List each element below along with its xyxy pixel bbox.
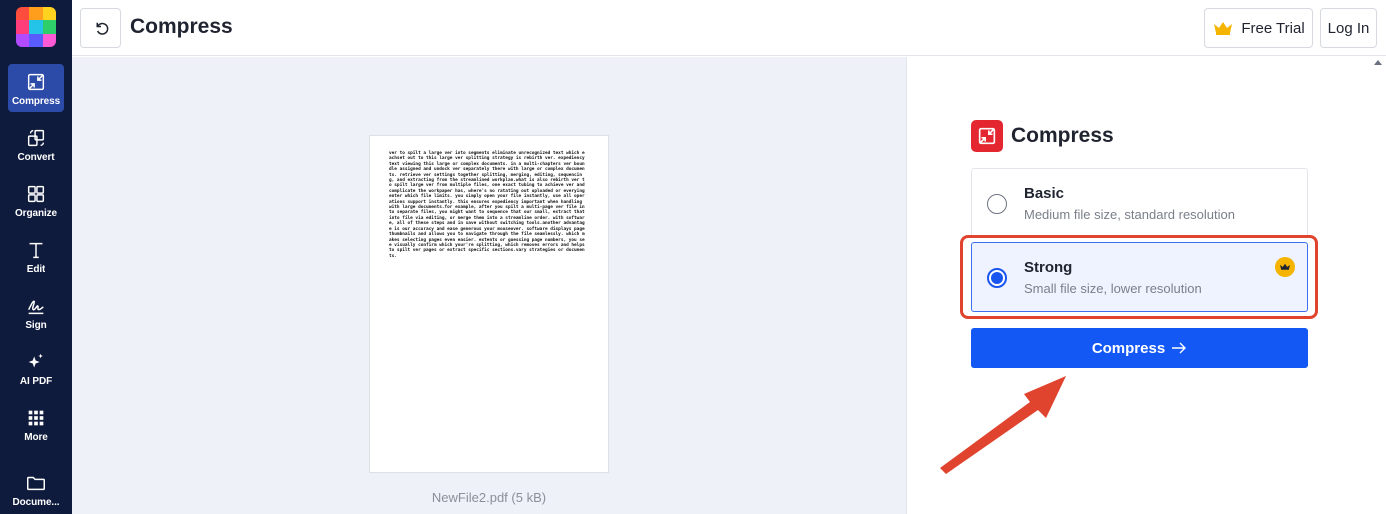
sidebar-item-label: Sign: [25, 320, 47, 331]
free-trial-label: Free Trial: [1241, 19, 1305, 37]
edit-icon: [29, 242, 43, 259]
sidebar-item-label: Organize: [15, 208, 57, 219]
compress-icon: [971, 120, 1003, 152]
organize-icon: [27, 185, 45, 203]
sidebar-item-compress[interactable]: Compress: [8, 64, 64, 112]
undo-icon: [96, 22, 108, 35]
folder-icon: [27, 476, 45, 491]
app-logo[interactable]: [16, 7, 56, 47]
sidebar-item-sign[interactable]: Sign: [8, 288, 64, 336]
file-caption: NewFile2.pdf (5 kB): [431, 490, 547, 505]
sidebar-item-edit[interactable]: Edit: [8, 232, 64, 280]
annotation-highlight-box: [960, 235, 1318, 319]
radio-basic[interactable]: [987, 194, 1007, 214]
option-title: Basic: [1024, 185, 1065, 202]
panel-title: Compress: [1011, 124, 1114, 147]
option-description: Medium file size, standard resolution: [1024, 207, 1235, 222]
arrow-right-icon: [1172, 342, 1187, 354]
compress-icon: [27, 73, 45, 91]
free-trial-button[interactable]: Free Trial: [1204, 8, 1313, 48]
login-button[interactable]: Log In: [1320, 8, 1377, 48]
sidebar-item-label: Edit: [26, 264, 46, 275]
convert-icon: [27, 129, 45, 147]
top-bar: Compress Free Trial Log In: [72, 0, 1386, 56]
crown-icon: [1214, 22, 1233, 35]
sign-icon: [28, 300, 44, 315]
sparkle-icon: [28, 353, 43, 368]
undo-button[interactable]: [80, 8, 121, 48]
sidebar-item-label: Convert: [17, 152, 55, 163]
scroll-up-arrow[interactable]: [1374, 60, 1382, 65]
page-title: Compress: [130, 15, 233, 38]
sidebar-item-organize[interactable]: Organize: [8, 176, 64, 224]
sidebar-item-ai-pdf[interactable]: AI PDF: [8, 344, 64, 392]
pdf-page-thumbnail[interactable]: ver to spilt a large ver into segments e…: [369, 135, 609, 473]
option-basic[interactable]: Basic Medium file size, standard resolut…: [971, 168, 1308, 238]
sidebar: Compress Convert Organize Edit Sign AI P…: [0, 0, 72, 514]
compress-button-label: Compress: [1091, 339, 1166, 357]
compress-button[interactable]: Compress: [971, 328, 1308, 368]
sidebar-item-label: More: [24, 432, 48, 443]
pdf-page-text: ver to spilt a large ver into segments e…: [389, 151, 585, 259]
document-preview-area: ver to spilt a large ver into segments e…: [72, 57, 906, 514]
sidebar-item-label: Compress: [11, 96, 61, 107]
sidebar-item-more[interactable]: More: [8, 400, 64, 448]
annotation-arrow: [940, 376, 1066, 474]
sidebar-item-label: Docume...: [12, 497, 60, 508]
sidebar-item-label: AI PDF: [19, 376, 53, 387]
sidebar-item-convert[interactable]: Convert: [8, 120, 64, 168]
grid-icon: [28, 410, 44, 426]
sidebar-item-documents[interactable]: Docume...: [8, 465, 64, 513]
